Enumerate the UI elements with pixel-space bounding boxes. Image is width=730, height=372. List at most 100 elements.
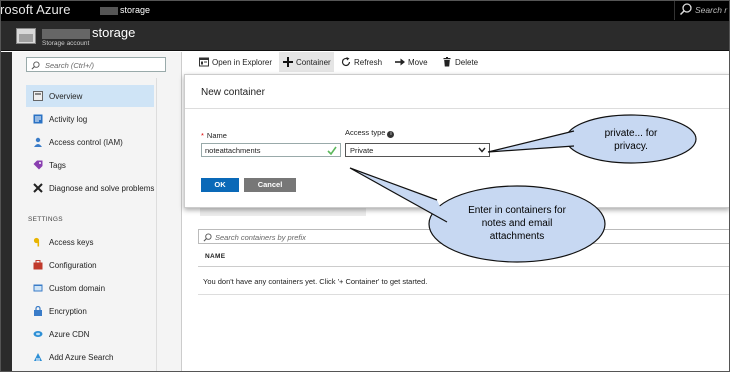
dialog-title: New container xyxy=(201,87,265,98)
arrow-right-icon xyxy=(395,58,405,66)
name-label: * Name xyxy=(201,131,227,140)
key-icon xyxy=(33,237,40,247)
nav-item-label: Custom domain xyxy=(49,284,106,293)
wrench-icon xyxy=(33,183,43,193)
nav-item-label: Overview xyxy=(49,92,83,101)
access-type-label-text: Access type xyxy=(345,128,386,137)
dialog-divider xyxy=(185,108,730,109)
search-icon xyxy=(31,61,40,70)
explorer-icon xyxy=(199,57,209,67)
nav-item-label: Access keys xyxy=(49,238,94,247)
delete-button[interactable]: Delete xyxy=(442,52,478,72)
global-search-placeholder: Search r xyxy=(695,5,728,15)
nav-item-encryption[interactable]: Encryption xyxy=(26,300,154,322)
add-container-button[interactable]: Container xyxy=(279,52,334,72)
open-in-explorer-label: Open in Explorer xyxy=(212,58,273,67)
nav-section-settings: SETTINGS xyxy=(28,216,63,223)
blurred-content xyxy=(200,208,366,216)
nav-collapsed-strip xyxy=(0,52,12,372)
nav-item-label: Encryption xyxy=(49,307,87,316)
nav-item-tags[interactable]: Tags xyxy=(26,154,154,176)
left-nav: Search (Ctrl+/) Overview Activity log Ac… xyxy=(0,52,182,372)
overview-icon xyxy=(33,91,43,101)
nav-item-label: Access control (IAM) xyxy=(49,138,123,147)
access-type-select[interactable]: Private xyxy=(345,143,490,157)
nav-item-azure-cdn[interactable]: Azure CDN xyxy=(26,323,154,345)
ok-button[interactable]: OK xyxy=(201,178,239,192)
trash-icon xyxy=(443,57,451,67)
configuration-icon xyxy=(33,260,43,270)
container-name-input[interactable]: noteattachments xyxy=(201,143,341,157)
nav-item-configuration[interactable]: Configuration xyxy=(26,254,154,276)
table-row-divider xyxy=(198,294,730,295)
nav-scrollbar[interactable] xyxy=(156,78,157,372)
blade-header: storage Storage account xyxy=(0,21,730,51)
nav-search-input[interactable]: Search (Ctrl+/) xyxy=(26,57,166,72)
tag-icon xyxy=(33,160,43,170)
delete-label: Delete xyxy=(455,58,479,67)
global-search[interactable]: Search r xyxy=(674,0,730,20)
custom-domain-icon xyxy=(33,284,43,292)
nav-item-label: Diagnose and solve problems xyxy=(49,184,155,193)
plus-icon xyxy=(283,57,293,67)
storage-account-name-text: storage xyxy=(92,25,136,40)
storage-account-name: storage xyxy=(42,25,135,40)
lock-icon xyxy=(34,306,42,316)
nav-item-activity-log[interactable]: Activity log xyxy=(26,108,154,130)
command-bar: Open in Explorer Container Refresh Move … xyxy=(183,52,730,73)
top-bar: rosoft Azure storage Search r xyxy=(0,0,730,21)
brand-title[interactable]: rosoft Azure xyxy=(0,2,71,17)
nav-item-label: Activity log xyxy=(49,115,88,124)
chevron-down-icon xyxy=(478,147,486,153)
nav-search-placeholder: Search (Ctrl+/) xyxy=(45,61,94,70)
name-label-text: Name xyxy=(206,131,227,140)
refresh-icon xyxy=(341,57,351,67)
enter-callout-line: Enter in containers for xyxy=(468,205,566,216)
storage-account-subtitle: Storage account xyxy=(42,40,90,47)
search-icon xyxy=(203,233,212,242)
refresh-label: Refresh xyxy=(354,58,383,67)
privacy-callout-text: private... for privacy. xyxy=(576,127,686,153)
column-header-name[interactable]: NAME xyxy=(205,253,225,260)
checkmark-icon xyxy=(327,146,337,155)
access-type-label: Access type i xyxy=(345,128,395,138)
account-breadcrumb-label: storage xyxy=(120,5,151,15)
move-button[interactable]: Move xyxy=(395,52,431,72)
redacted-text xyxy=(42,28,90,39)
required-marker: * xyxy=(201,131,204,140)
nav-item-access-control[interactable]: Access control (IAM) xyxy=(26,131,154,153)
account-breadcrumb[interactable]: storage xyxy=(100,5,150,15)
enter-callout-text: Enter in containers for notes and email … xyxy=(437,204,597,243)
container-search-placeholder: Search containers by prefix xyxy=(215,233,306,242)
iam-icon xyxy=(34,137,42,147)
activity-log-icon xyxy=(33,114,43,124)
cancel-button[interactable]: Cancel xyxy=(244,178,296,192)
nav-item-overview[interactable]: Overview xyxy=(26,85,154,107)
nav-item-label: Add Azure Search xyxy=(49,353,114,362)
enter-callout-line: attachments xyxy=(489,231,545,242)
storage-account-icon xyxy=(16,28,36,44)
refresh-button[interactable]: Refresh xyxy=(341,52,385,72)
access-type-value: Private xyxy=(350,146,374,155)
nav-item-access-keys[interactable]: Access keys xyxy=(26,231,154,253)
azure-search-icon xyxy=(34,353,42,361)
info-icon[interactable]: i xyxy=(387,131,395,138)
cdn-icon xyxy=(33,331,43,337)
nav-item-label: Tags xyxy=(49,161,66,170)
nav-item-label: Configuration xyxy=(49,261,97,270)
table-header-divider xyxy=(198,266,730,267)
privacy-callout-line: private... for xyxy=(604,128,658,139)
open-in-explorer-button[interactable]: Open in Explorer xyxy=(199,52,281,72)
nav-divider xyxy=(181,52,182,372)
empty-containers-message: You don't have any containers yet. Click… xyxy=(203,277,428,286)
nav-item-label: Azure CDN xyxy=(49,330,90,339)
move-label: Move xyxy=(408,58,428,67)
search-icon xyxy=(679,3,692,16)
add-container-label: Container xyxy=(296,58,331,67)
container-name-value: noteattachments xyxy=(205,146,261,155)
nav-item-custom-domain[interactable]: Custom domain xyxy=(26,277,154,299)
nav-item-diagnose[interactable]: Diagnose and solve problems xyxy=(26,177,154,199)
nav-item-add-azure-search[interactable]: Add Azure Search xyxy=(26,346,154,368)
privacy-callout-line: privacy. xyxy=(614,141,648,152)
redacted-text xyxy=(100,6,118,15)
